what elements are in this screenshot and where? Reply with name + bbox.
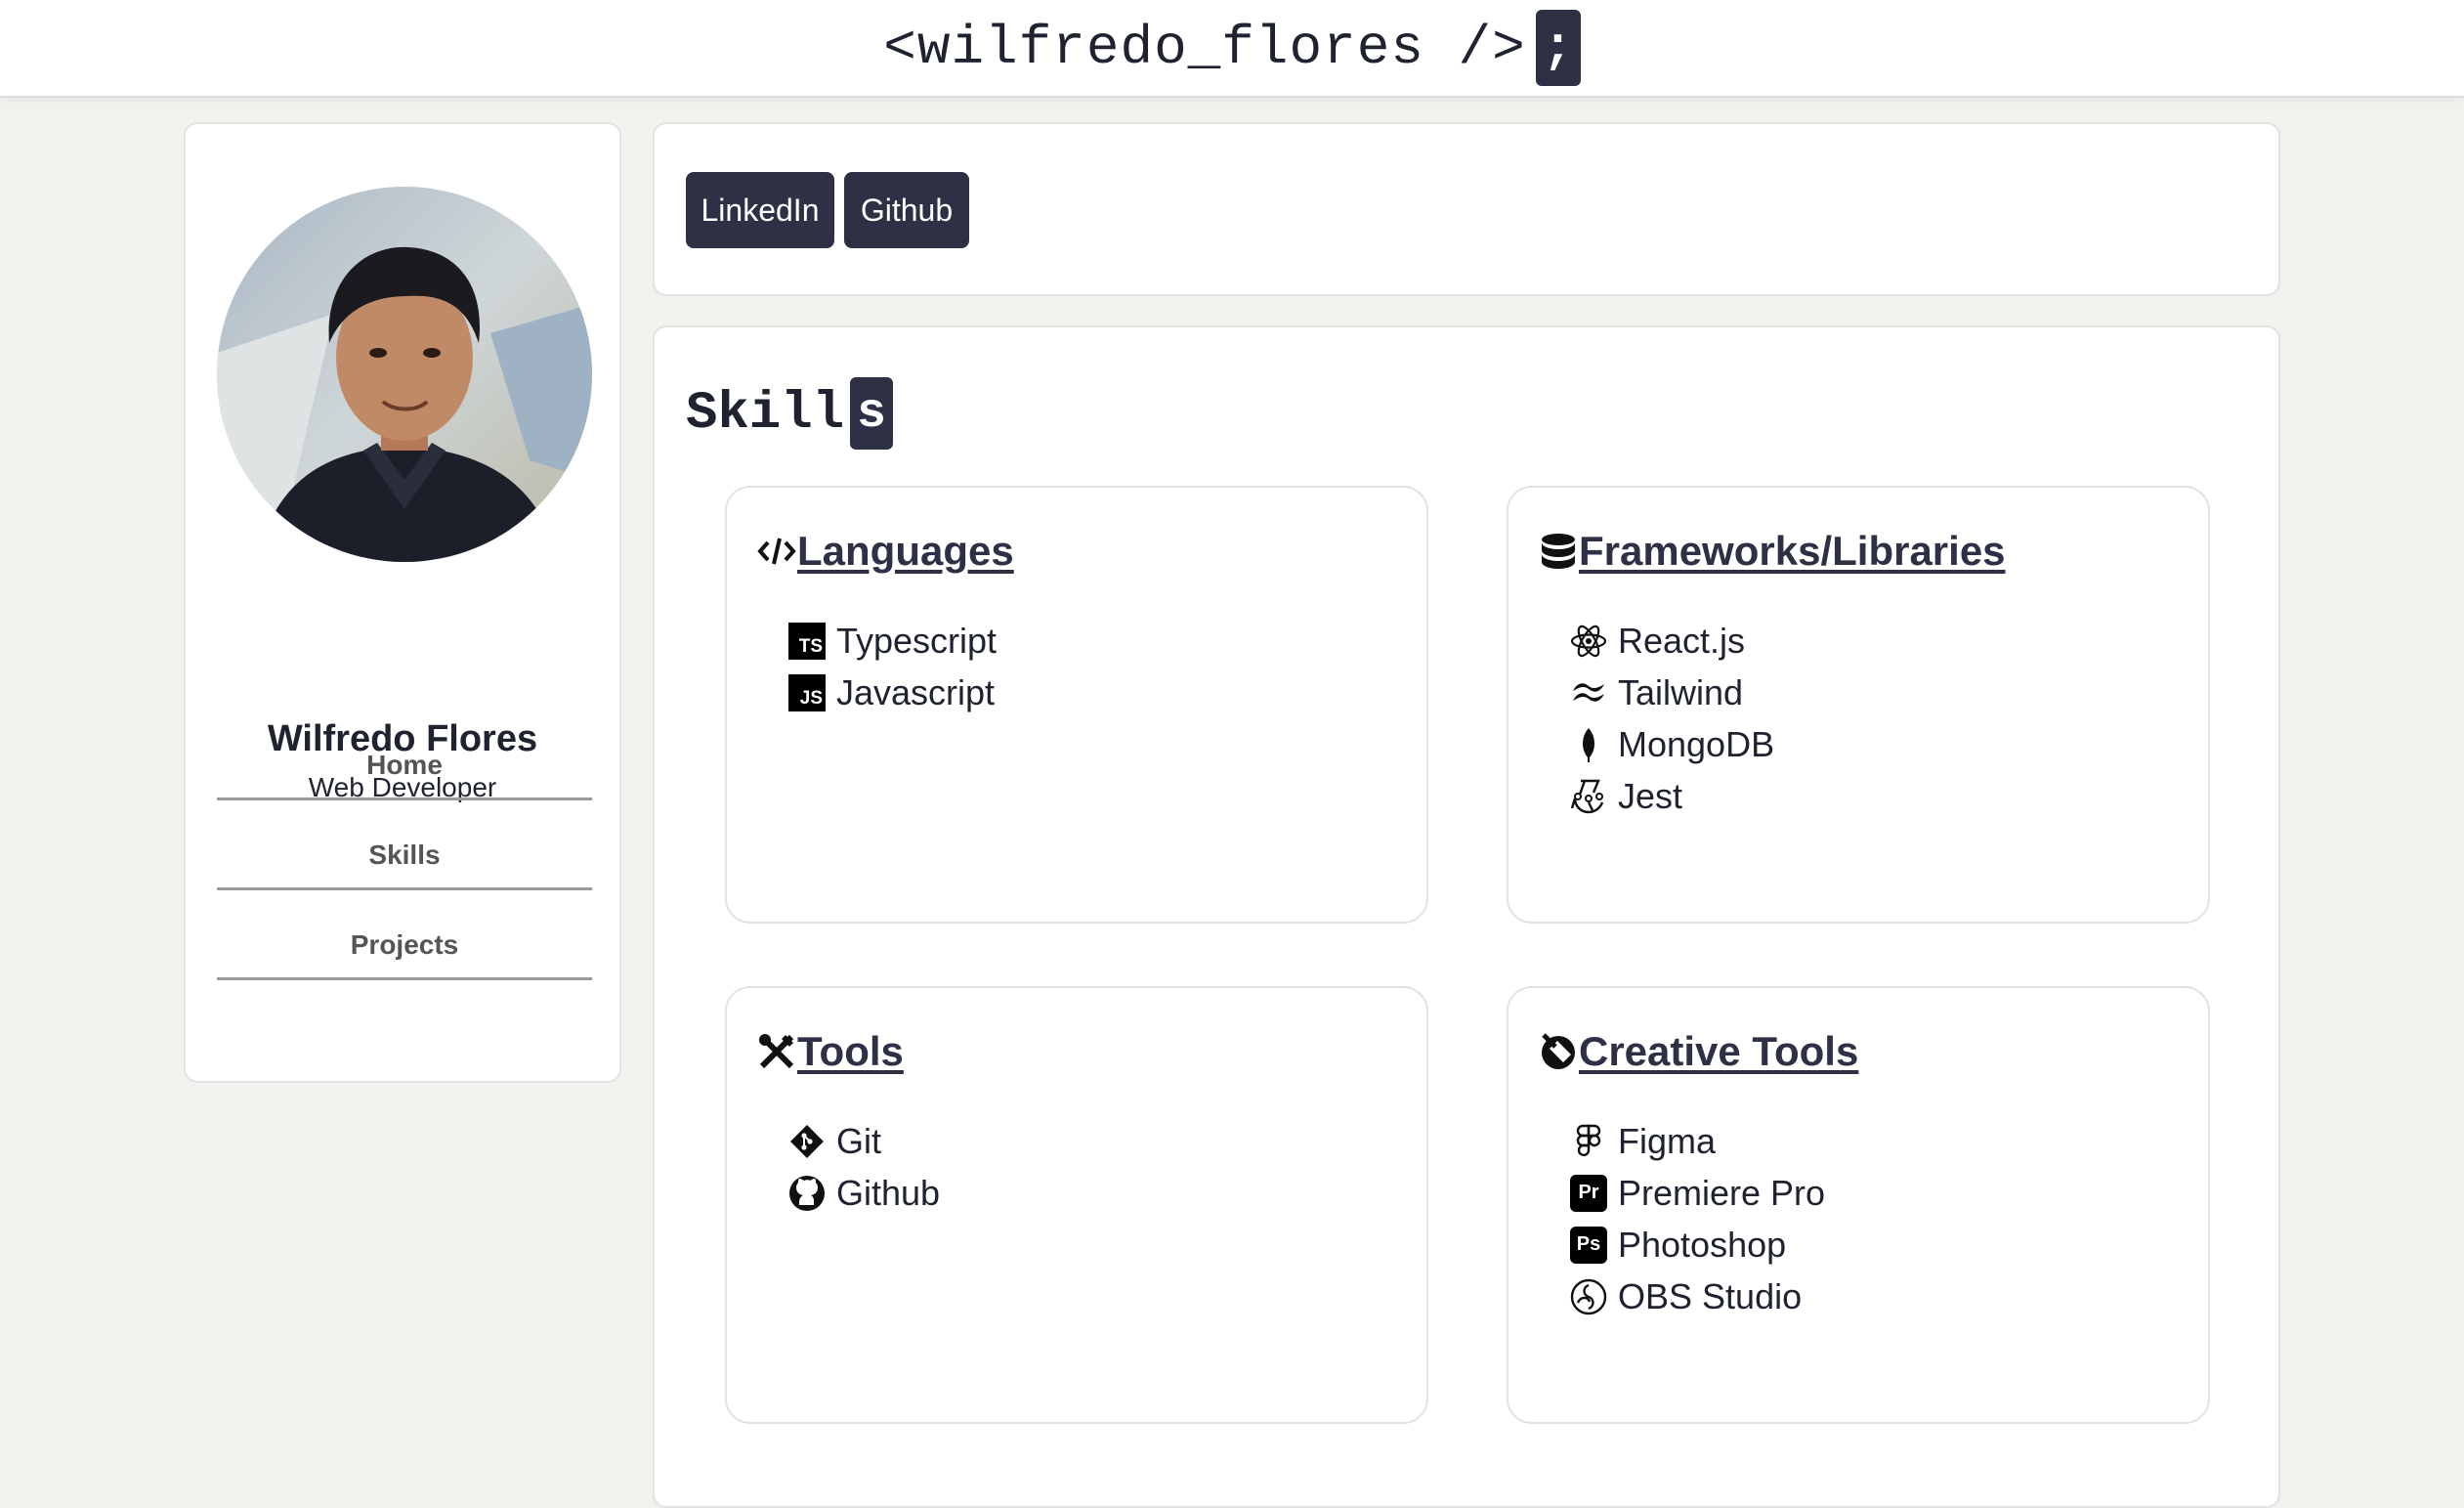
figma-icon	[1569, 1122, 1608, 1161]
skill-item: Figma	[1569, 1115, 1825, 1167]
skill-item: Jest	[1569, 770, 1774, 822]
brand-text: <wilfredo_flores />	[883, 17, 1526, 79]
skill-item: OBS Studio	[1569, 1271, 1825, 1322]
skill-label: Tailwind	[1618, 671, 1744, 712]
obs-studio-icon	[1569, 1277, 1608, 1316]
skill-item: MongoDB	[1569, 718, 1774, 770]
nav-projects[interactable]: Projects	[217, 924, 592, 980]
site-brand[interactable]: <wilfredo_flores /> ;	[883, 10, 1581, 86]
skill-item: Github	[787, 1167, 940, 1219]
react-icon	[1569, 622, 1608, 661]
skill-category-tools: Tools Git Github	[725, 986, 1428, 1424]
skill-item: Git	[787, 1115, 940, 1167]
skill-label: MongoDB	[1618, 723, 1775, 764]
brand-cursor: ;	[1535, 10, 1581, 86]
typescript-icon: TS	[787, 622, 827, 661]
category-title-tools[interactable]: Tools	[797, 1028, 904, 1075]
javascript-icon: JS	[787, 673, 827, 712]
skill-item: React.js	[1569, 615, 1774, 667]
avatar	[217, 187, 592, 562]
github-icon	[787, 1174, 827, 1213]
category-title-creative-tools[interactable]: Creative Tools	[1579, 1028, 1858, 1075]
skill-item: TS Typescript	[787, 615, 997, 667]
skills-heading-cursor: s	[850, 377, 894, 450]
premiere-pro-icon: Pr	[1569, 1174, 1608, 1213]
tools-icon	[756, 1031, 797, 1072]
mongodb-leaf-icon	[1569, 725, 1608, 764]
skill-label: Premiere Pro	[1618, 1172, 1826, 1213]
skill-label: Typescript	[836, 620, 998, 661]
category-title-frameworks[interactable]: Frameworks/Libraries	[1579, 528, 2006, 575]
skills-section: Skill s Languages TS Typescript JS Javasc…	[653, 325, 2280, 1508]
skill-category-frameworks: Frameworks/Libraries React.js Tailwind M…	[1507, 486, 2210, 924]
skill-item: Ps Photoshop	[1569, 1219, 1825, 1271]
linkedin-button[interactable]: LinkedIn	[686, 172, 834, 248]
skill-label: Github	[836, 1172, 941, 1213]
skill-label: Figma	[1618, 1120, 1717, 1161]
skill-item: Tailwind	[1569, 667, 1774, 718]
skill-label: Photoshop	[1618, 1224, 1787, 1265]
jest-icon	[1569, 777, 1608, 816]
github-button[interactable]: Github	[844, 172, 969, 248]
skills-heading-text: Skill	[686, 383, 845, 444]
photoshop-icon: Ps	[1569, 1226, 1608, 1265]
social-links-card: LinkedIn Github	[653, 122, 2280, 296]
creative-icon	[1538, 1031, 1579, 1072]
skills-heading: Skill s	[686, 376, 894, 451]
skill-label: React.js	[1618, 620, 1746, 661]
git-icon	[787, 1122, 827, 1161]
skill-item: JS Javascript	[787, 667, 997, 718]
skill-item: Pr Premiere Pro	[1569, 1167, 1825, 1219]
tailwind-icon	[1569, 673, 1608, 712]
category-title-languages[interactable]: Languages	[797, 528, 1014, 575]
database-icon	[1538, 531, 1579, 572]
skill-label: Javascript	[836, 671, 996, 712]
code-icon	[756, 531, 797, 572]
skill-category-creative-tools: Creative Tools Figma Pr Premiere Pro Ps …	[1507, 986, 2210, 1424]
top-bar: <wilfredo_flores /> ;	[0, 0, 2464, 98]
skill-label: OBS Studio	[1618, 1275, 1803, 1316]
nav-skills[interactable]: Skills	[217, 834, 592, 890]
nav-home[interactable]: Home	[217, 744, 592, 800]
profile-sidebar: Wilfredo Flores Web Developer Home Skill…	[184, 122, 621, 1083]
skill-label: Jest	[1618, 775, 1683, 816]
skill-category-languages: Languages TS Typescript JS Javascript	[725, 486, 1428, 924]
skill-label: Git	[836, 1120, 882, 1161]
